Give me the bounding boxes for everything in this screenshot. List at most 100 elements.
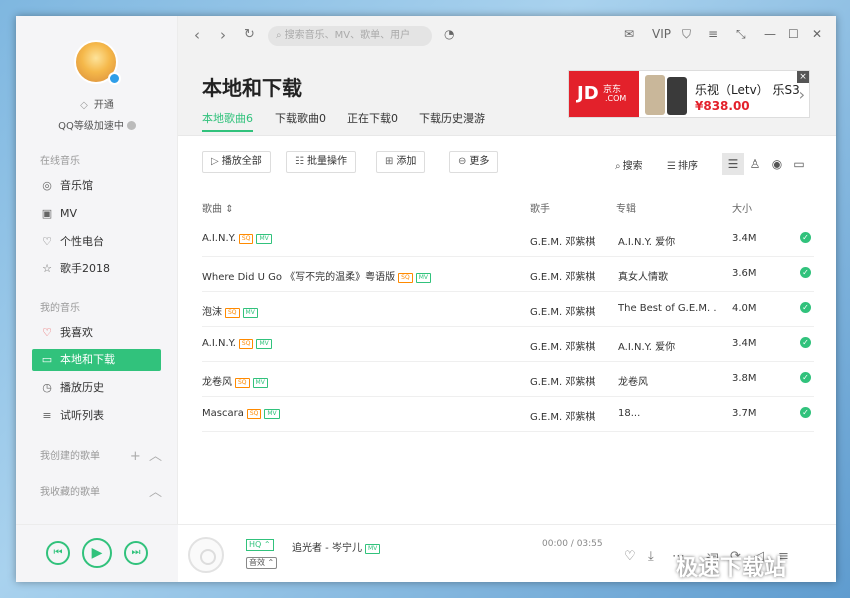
mv-badge[interactable]: MV xyxy=(415,273,431,283)
chevron-up-icon[interactable]: ︿ xyxy=(149,485,162,500)
play-button[interactable]: ▶ xyxy=(82,538,112,568)
created-playlists-head[interactable]: 我创建的歌单 + ︿ xyxy=(40,447,162,464)
song-title-cell: 龙卷风 SQ MV xyxy=(202,373,268,388)
maximize-icon[interactable]: ☐ xyxy=(788,27,799,41)
table-row[interactable]: Mascara SQ MV G.E.M. 邓紫棋 18... 3.7M ✓ xyxy=(202,397,814,432)
level-icon xyxy=(126,121,136,130)
artist-cell[interactable]: G.E.M. 邓紫棋 xyxy=(530,233,595,248)
downloaded-check-icon: ✓ xyxy=(800,302,811,313)
batch-button[interactable]: ☷ 批量操作 xyxy=(286,151,356,173)
folder-view-icon[interactable]: ▭ xyxy=(788,153,810,175)
sidebar-item-local-download[interactable]: ▭ 本地和下载 xyxy=(32,349,161,371)
next-button[interactable]: ⏭ xyxy=(124,541,148,565)
skin-icon[interactable]: ⛉ xyxy=(682,27,691,42)
mv-badge[interactable]: MV xyxy=(242,308,258,318)
sidebar-item-radio[interactable]: ♡ 个性电台 xyxy=(32,231,161,253)
level-row[interactable]: QQ等级加速中 xyxy=(16,117,178,132)
add-icon[interactable]: + xyxy=(130,449,141,464)
artist-cell[interactable]: G.E.M. 邓紫棋 xyxy=(530,338,595,353)
search-icon: ⌕ xyxy=(276,30,282,41)
sort-tool[interactable]: ☰ 排序 xyxy=(667,157,698,172)
vip-row[interactable]: ◇ 开通 xyxy=(16,96,178,111)
sidebar-item-music-hall[interactable]: ◎ 音乐馆 xyxy=(32,175,161,197)
sidebar-item-label: 试听列表 xyxy=(60,409,104,422)
download-icon[interactable]: ⤓ xyxy=(648,549,654,564)
downloaded-check-icon: ✓ xyxy=(800,337,811,348)
refresh-icon[interactable]: ↻ xyxy=(244,27,255,42)
mv-badge[interactable]: MV xyxy=(364,544,381,554)
album-cell[interactable]: A.I.N.Y. 爱你 xyxy=(618,338,716,353)
chevron-up-icon[interactable]: ︿ xyxy=(149,449,162,464)
artist-cell[interactable]: G.E.M. 邓紫棋 xyxy=(530,373,595,388)
album-cover[interactable] xyxy=(188,537,224,573)
artist-cell[interactable]: G.E.M. 邓紫棋 xyxy=(530,268,595,283)
col-header-artist[interactable]: 歌手 xyxy=(530,200,550,215)
sidebar-item-history[interactable]: ◷ 播放历史 xyxy=(32,377,161,399)
col-header-size[interactable]: 大小 xyxy=(732,200,752,215)
mv-badge[interactable]: MV xyxy=(256,234,272,244)
album-cell[interactable]: 真女人情歌 xyxy=(618,268,716,283)
tab-download-history[interactable]: 下载历史漫游 xyxy=(419,110,485,126)
player-controls: ⏮ ▶ ⏭ xyxy=(16,525,178,582)
search-tool[interactable]: ⌕ 搜索 xyxy=(615,157,643,172)
artist-view-icon[interactable]: ♙ xyxy=(744,153,766,175)
radio-icon: ♡ xyxy=(42,235,52,248)
tab-downloading[interactable]: 正在下载0 xyxy=(347,110,398,126)
sound-effect-button[interactable]: 音效 ⌃ xyxy=(246,557,278,569)
list-view-icon[interactable]: ☰ xyxy=(722,153,744,175)
album-cell[interactable]: The Best of G.E.M. ... xyxy=(618,303,716,314)
sidebar-item-mv[interactable]: ▣ MV xyxy=(32,203,161,225)
search-input[interactable]: ⌕ 搜索音乐、MV、歌单、用户 xyxy=(268,26,432,46)
now-playing[interactable]: 追光者 - 岑宁儿 MV xyxy=(292,539,381,554)
phone-image xyxy=(645,75,665,115)
table-row[interactable]: 泡沫 SQ MV G.E.M. 邓紫棋 The Best of G.E.M. ...… xyxy=(202,292,814,327)
artist-cell[interactable]: G.E.M. 邓紫棋 xyxy=(530,303,595,318)
col-header-album[interactable]: 专辑 xyxy=(616,200,636,215)
add-button[interactable]: ⊞ 添加 xyxy=(376,151,426,173)
like-icon[interactable]: ♡ xyxy=(624,549,636,564)
album-view-icon[interactable]: ◉ xyxy=(766,153,788,175)
ad-close-button[interactable]: × xyxy=(797,71,809,83)
sq-badge: SQ xyxy=(238,234,254,244)
downloaded-check-icon: ✓ xyxy=(800,372,811,383)
album-cell[interactable]: 龙卷风 xyxy=(618,373,716,388)
mv-badge[interactable]: MV xyxy=(252,378,268,388)
album-cell[interactable]: A.I.N.Y. 爱你 xyxy=(618,233,716,248)
sidebar-item-trial-list[interactable]: ≡ 试听列表 xyxy=(32,405,161,427)
play-all-button[interactable]: ▷ 播放全部 xyxy=(202,151,271,173)
mv-badge[interactable]: MV xyxy=(264,409,280,419)
mail-icon[interactable]: ✉ xyxy=(624,27,634,41)
menu-icon[interactable]: ≡ xyxy=(708,27,718,41)
sidebar-item-favorites[interactable]: ♡ 我喜欢 xyxy=(32,322,161,344)
downloaded-check-icon: ✓ xyxy=(800,267,811,278)
ad-banner[interactable]: JD 京东 .COM 乐视（Letv） 乐S3 ¥838.00 › × xyxy=(568,70,810,118)
song-title-cell: Mascara SQ MV xyxy=(202,408,280,419)
sq-badge: SQ xyxy=(398,273,413,283)
close-icon[interactable]: ✕ xyxy=(812,27,822,41)
table-row[interactable]: Where Did U Go 《写不完的温柔》粤语版 SQ MV G.E.M. 邓紫… xyxy=(202,257,814,292)
chevron-right-icon[interactable]: › xyxy=(799,85,805,104)
recognize-icon[interactable]: ◔ xyxy=(444,27,454,41)
tab-local-songs[interactable]: 本地歌曲6 xyxy=(202,110,253,132)
music-hall-icon: ◎ xyxy=(42,179,52,192)
table-row[interactable]: 龙卷风 SQ MV G.E.M. 邓紫棋 龙卷风 3.8M ✓ xyxy=(202,362,814,397)
quality-button[interactable]: HQ ⌃ xyxy=(246,539,274,551)
minimize-icon[interactable]: — xyxy=(764,27,776,41)
col-header-song[interactable]: 歌曲 ⇕ xyxy=(202,200,234,215)
forward-icon[interactable]: › xyxy=(220,26,226,44)
tab-downloaded[interactable]: 下载歌曲0 xyxy=(275,110,326,126)
previous-button[interactable]: ⏮ xyxy=(46,541,70,565)
collected-playlists-head[interactable]: 我收藏的歌单 ︿ xyxy=(40,483,162,500)
mini-mode-icon[interactable]: ⤡ xyxy=(736,27,746,42)
mv-badge[interactable]: MV xyxy=(256,339,272,349)
sort-arrow-icon: ⇕ xyxy=(225,204,234,215)
artist-cell[interactable]: G.E.M. 邓紫棋 xyxy=(530,408,595,423)
sidebar-item-singers[interactable]: ☆ 歌手2018 xyxy=(32,258,161,280)
table-row[interactable]: A.I.N.Y. SQ MV G.E.M. 邓紫棋 A.I.N.Y. 爱你 3.4M… xyxy=(202,222,814,257)
more-button[interactable]: ⊖ 更多 xyxy=(449,151,499,173)
back-icon[interactable]: ‹ xyxy=(194,26,200,44)
sq-badge: SQ xyxy=(238,339,254,349)
table-row[interactable]: A.I.N.Y. SQ MV G.E.M. 邓紫棋 A.I.N.Y. 爱你 3.4M… xyxy=(202,327,814,362)
vip-button[interactable]: VIP xyxy=(652,27,671,41)
album-cell[interactable]: 18... xyxy=(618,408,716,419)
